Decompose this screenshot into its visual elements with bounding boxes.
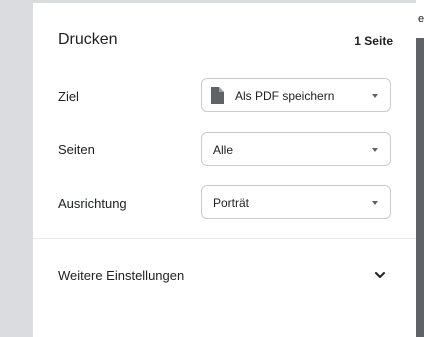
- background-peek-text: e: [418, 13, 424, 25]
- destination-label: Ziel: [58, 89, 79, 104]
- orientation-select[interactable]: Porträt: [201, 185, 391, 219]
- pages-select[interactable]: Alle: [201, 132, 391, 166]
- background-page-strip: e: [416, 0, 424, 38]
- dropdown-arrow-icon: [372, 94, 378, 98]
- chevron-down-icon[interactable]: [373, 268, 387, 282]
- destination-select[interactable]: Als PDF speichern: [201, 78, 391, 112]
- destination-value: Als PDF speichern: [235, 89, 335, 103]
- dropdown-arrow-icon: [372, 148, 378, 152]
- document-icon: [211, 87, 224, 104]
- more-settings-label[interactable]: Weitere Einstellungen: [58, 268, 184, 283]
- pages-value: Alle: [213, 143, 234, 157]
- page-count: 1 Seite: [354, 34, 393, 48]
- background-scrollbar: [416, 0, 424, 337]
- print-dialog: Drucken 1 Seite Ziel Als PDF speichern S…: [33, 3, 416, 337]
- pages-label: Seiten: [58, 142, 95, 157]
- section-divider: [33, 238, 416, 239]
- dropdown-arrow-icon: [372, 201, 378, 205]
- dialog-title: Drucken: [58, 31, 118, 48]
- orientation-label: Ausrichtung: [58, 196, 127, 211]
- orientation-value: Porträt: [213, 196, 250, 210]
